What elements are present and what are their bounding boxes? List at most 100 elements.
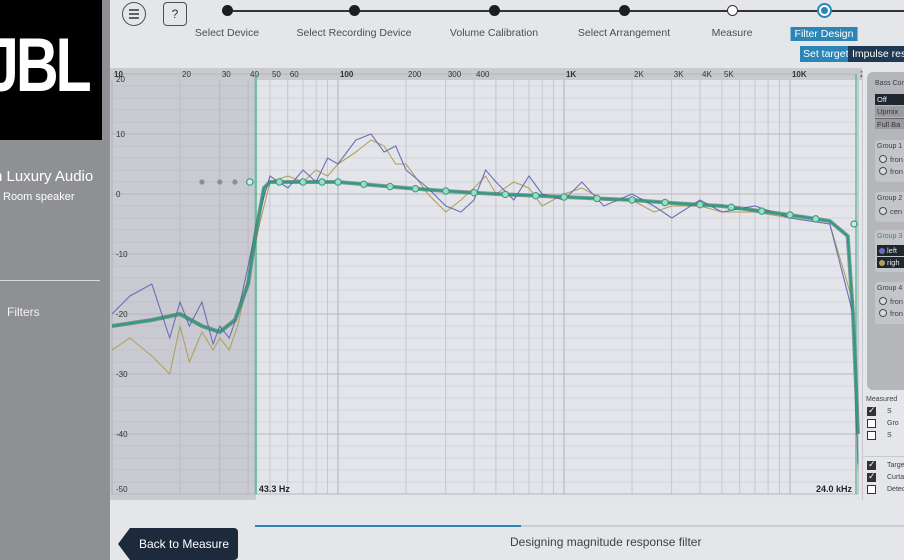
target-check-label-1: Curta — [887, 474, 904, 481]
progress-bar — [255, 525, 904, 527]
group-1-item-0[interactable]: fron — [879, 155, 903, 164]
group-3-item-0[interactable]: left — [877, 245, 904, 256]
status-text: Designing magnitude response filter — [510, 535, 702, 549]
x-tick-label: 200 — [408, 70, 422, 79]
brand-subtitle: Room speaker — [3, 191, 75, 203]
measured-checkbox-0[interactable] — [867, 405, 876, 416]
right-settings-panel: Bass Cont OffUpmixFull Ba Group 1 fron fron G… — [862, 70, 904, 500]
x-tick-label: 10K — [792, 70, 807, 79]
step-dot-1[interactable] — [349, 5, 360, 16]
panel-divider — [863, 456, 904, 457]
bass-option-0[interactable]: Off — [875, 94, 904, 105]
gray-handle-2 — [232, 179, 238, 185]
measured-checkbox-1[interactable] — [867, 419, 876, 428]
y-tick-label: 0 — [116, 190, 121, 199]
target-marker-2 — [318, 178, 326, 186]
target-marker-6 — [411, 185, 420, 193]
y-tick-label: -10 — [116, 250, 128, 259]
wizard-progress-line — [227, 10, 904, 12]
target-marker-7 — [442, 187, 450, 195]
target-marker-16 — [727, 203, 735, 211]
target-marker-15 — [696, 200, 704, 209]
target-marker-11 — [560, 193, 568, 201]
bass-option-2[interactable]: Full Ba — [875, 118, 904, 129]
x-tick-label: 60 — [290, 70, 299, 79]
target-checkbox-0[interactable] — [867, 459, 876, 470]
sidebar-divider — [0, 280, 100, 281]
step-label-5[interactable]: Filter Design — [790, 27, 858, 41]
x-tick-label: 30 — [222, 70, 231, 79]
group-label-1: Group 1 — [877, 143, 903, 150]
step-label-4[interactable]: Measure — [712, 27, 753, 39]
step-dot-2[interactable] — [489, 5, 500, 16]
target-marker-8 — [470, 188, 478, 197]
impulse-response-tab[interactable]: Impulse resp — [848, 46, 904, 62]
target-marker-0 — [275, 178, 284, 186]
step-dot-5[interactable] — [817, 3, 832, 18]
sidebar-item-filters[interactable]: Filters — [7, 305, 40, 319]
group-2-item-0[interactable]: cen — [879, 207, 902, 216]
group-label-4: Group 4 — [877, 285, 903, 292]
bass-option-1[interactable]: Upmix — [875, 106, 904, 117]
target-check-label-2: Detec — [887, 486, 904, 493]
jbl-logo: JBL — [0, 0, 102, 140]
group-1-item-1[interactable]: fron — [879, 167, 903, 176]
step-label-2[interactable]: Volume Calibration — [450, 27, 538, 39]
step-label-3[interactable]: Select Arrangement — [578, 27, 670, 39]
x-tick-label: 1K — [566, 70, 576, 79]
target-marker-1 — [299, 178, 307, 186]
x-tick-label: 2K — [634, 70, 644, 79]
group-label-3: Group 3 — [877, 233, 903, 240]
gray-handle-1 — [217, 179, 223, 185]
target-check-label-0: Targe — [887, 462, 904, 469]
frequency-response-chart[interactable]: 1020304050601002003004001K2K3K4K5K10K20K… — [110, 68, 862, 500]
x-tick-label: 4K — [702, 70, 712, 79]
step-label-0[interactable]: Select Device — [195, 27, 259, 39]
back-to-measure-button[interactable]: Back to Measure — [118, 528, 238, 560]
target-marker-18 — [786, 211, 794, 219]
step-dot-4[interactable] — [727, 5, 738, 16]
high-cut-label: 24.0 kHz — [816, 484, 853, 494]
measured-checkbox-2[interactable] — [867, 431, 876, 440]
target-marker-5 — [386, 182, 394, 191]
top-bar: ? Select Device Select Recording Device Vo… — [110, 0, 904, 68]
y-tick-label: 20 — [116, 75, 125, 84]
x-tick-label: 100 — [340, 70, 354, 79]
series-swatch — [879, 248, 885, 254]
target-checkbox-1[interactable] — [867, 471, 876, 482]
target-marker-9 — [501, 190, 510, 199]
brand-line: n Luxury Audio — [0, 168, 94, 185]
target-marker-3 — [334, 178, 342, 186]
low-cut-shade — [110, 68, 256, 500]
x-tick-label: 20 — [182, 70, 191, 79]
bass-control-label: Bass Cont — [875, 80, 904, 87]
group-3-item-1[interactable]: righ — [877, 257, 904, 268]
progress-fill — [255, 525, 522, 527]
group-4-item-0[interactable]: fron — [879, 297, 903, 306]
x-tick-label: 5K — [724, 70, 734, 79]
set-target-tab[interactable]: Set target — [800, 46, 852, 62]
target-marker-19 — [812, 215, 820, 223]
step-label-1[interactable]: Select Recording Device — [297, 27, 412, 39]
y-tick-label: -50 — [116, 485, 128, 494]
step-dot-0[interactable] — [222, 5, 233, 16]
target-checkbox-2[interactable] — [867, 485, 876, 494]
help-button[interactable]: ? — [163, 2, 187, 26]
high-cut-handle — [850, 220, 858, 228]
low-cut-label: 43.3 Hz — [259, 484, 291, 494]
y-tick-label: -30 — [116, 370, 128, 379]
x-tick-label: 3K — [674, 70, 684, 79]
sidebar: JBL n Luxury Audio Room speaker Filters — [0, 0, 110, 560]
y-tick-label: 10 — [116, 130, 125, 139]
target-marker-14 — [661, 198, 669, 207]
series-swatch — [879, 260, 885, 266]
measured-check-label-1: Gro — [887, 420, 899, 427]
gray-handle-0 — [199, 179, 205, 185]
step-dot-3[interactable] — [619, 5, 630, 16]
hamburger-menu-icon[interactable] — [122, 2, 146, 26]
measured-check-label-0: S — [887, 408, 892, 415]
group-4-item-1[interactable]: fron — [879, 309, 903, 318]
logo-text: JBL — [0, 23, 92, 108]
y-tick-label: -40 — [116, 430, 128, 439]
target-marker-12 — [593, 194, 601, 203]
